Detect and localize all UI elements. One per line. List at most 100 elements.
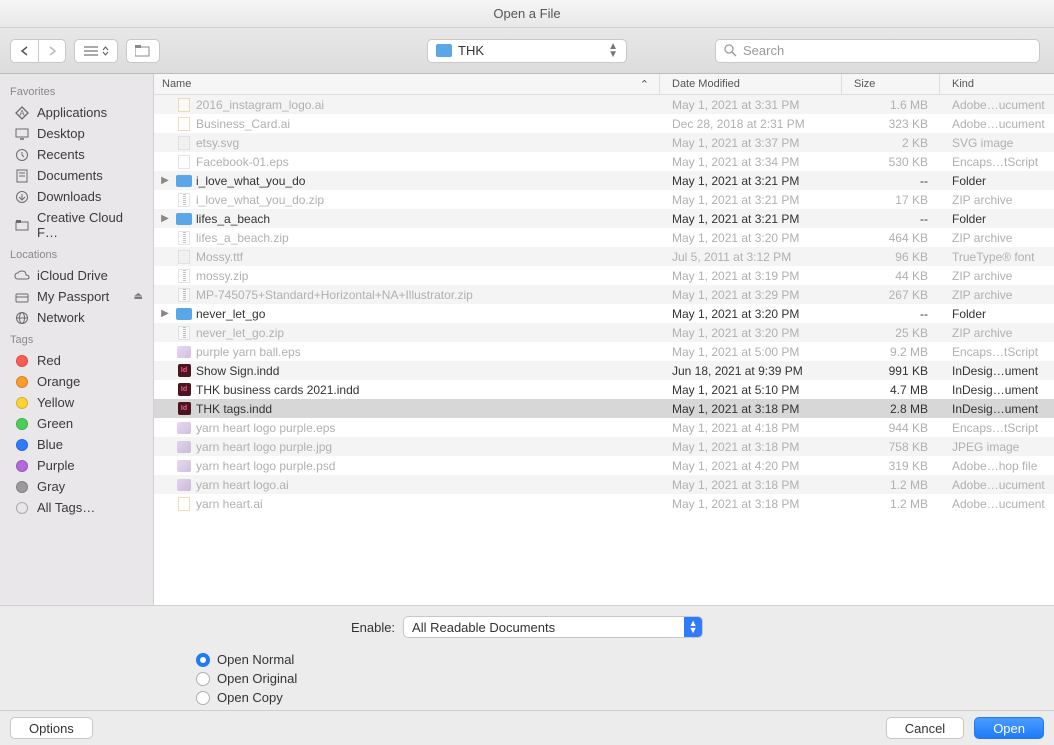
sidebar-item-label: Recents <box>37 147 85 162</box>
sort-asc-icon: ⌃ <box>640 78 649 91</box>
file-area: Name⌃ Date Modified Size Kind 2016_insta… <box>154 74 1054 605</box>
footer: Options Cancel Open <box>0 710 1054 745</box>
radio-label: Open Copy <box>217 690 283 705</box>
sidebar-item[interactable]: Green <box>0 413 153 434</box>
file-icon <box>176 325 192 341</box>
sidebar-item-label: Network <box>37 310 85 325</box>
file-size: 323 KB <box>842 117 940 131</box>
tag-icon <box>14 375 30 389</box>
sidebar-item[interactable]: Red <box>0 350 153 371</box>
file-name: i_love_what_you_do.zip <box>196 193 660 207</box>
file-icon <box>176 439 192 455</box>
file-row[interactable]: ▶never_let_goMay 1, 2021 at 3:20 PM--Fol… <box>154 304 1054 323</box>
file-date: May 1, 2021 at 3:31 PM <box>660 98 842 112</box>
col-kind[interactable]: Kind <box>940 74 1054 94</box>
disclosure-triangle[interactable]: ▶ <box>154 213 176 224</box>
sidebar-item[interactable]: Documents <box>0 165 153 186</box>
file-kind: InDesig…ument <box>940 383 1054 397</box>
tag-icon <box>14 438 30 452</box>
eject-icon[interactable]: ⏏ <box>134 291 143 302</box>
search-input[interactable]: Search <box>715 39 1040 63</box>
file-icon <box>176 458 192 474</box>
file-icon: Id <box>176 382 192 398</box>
file-date: May 1, 2021 at 3:20 PM <box>660 307 842 321</box>
file-icon <box>176 249 192 265</box>
file-name: yarn heart logo purple.jpg <box>196 440 660 454</box>
column-header: Name⌃ Date Modified Size Kind <box>154 74 1054 95</box>
file-row: Facebook-01.epsMay 1, 2021 at 3:34 PM530… <box>154 152 1054 171</box>
open-mode-radio[interactable]: Open Original <box>196 671 1054 686</box>
disclosure-triangle[interactable]: ▶ <box>154 308 176 319</box>
file-date: May 1, 2021 at 3:20 PM <box>660 231 842 245</box>
enable-label: Enable: <box>351 620 395 635</box>
radio-button[interactable] <box>196 691 210 705</box>
file-row[interactable]: IdTHK business cards 2021.inddMay 1, 202… <box>154 380 1054 399</box>
folder-icon <box>14 218 30 232</box>
file-date: May 1, 2021 at 3:18 PM <box>660 402 842 416</box>
file-row: yarn heart logo purple.jpgMay 1, 2021 at… <box>154 437 1054 456</box>
toolbar: THK ▲▼ Search <box>0 28 1054 74</box>
file-size: 530 KB <box>842 155 940 169</box>
file-size: 267 KB <box>842 288 940 302</box>
file-list[interactable]: 2016_instagram_logo.aiMay 1, 2021 at 3:3… <box>154 95 1054 605</box>
disclosure-triangle[interactable]: ▶ <box>154 175 176 186</box>
cancel-button[interactable]: Cancel <box>886 717 964 739</box>
file-date: May 1, 2021 at 3:21 PM <box>660 212 842 226</box>
file-icon <box>176 230 192 246</box>
sidebar-item[interactable]: Yellow <box>0 392 153 413</box>
sidebar-item-label: Downloads <box>37 189 101 204</box>
col-name[interactable]: Name⌃ <box>154 74 660 94</box>
view-mode-button[interactable] <box>74 39 118 63</box>
sidebar-item[interactable]: iCloud Drive <box>0 265 153 286</box>
file-date: May 1, 2021 at 3:18 PM <box>660 497 842 511</box>
sidebar-item[interactable]: Network <box>0 307 153 328</box>
enable-select[interactable]: All Readable Documents ▲▼ <box>403 616 703 638</box>
sidebar-item[interactable]: My Passport⏏ <box>0 286 153 307</box>
file-name: yarn heart.ai <box>196 497 660 511</box>
file-kind: Adobe…ucument <box>940 497 1054 511</box>
chevron-updown-icon: ▲▼ <box>684 617 702 637</box>
radio-button[interactable] <box>196 653 210 667</box>
sidebar-item[interactable]: Purple <box>0 455 153 476</box>
sidebar-item[interactable]: AApplications <box>0 102 153 123</box>
file-icon <box>176 173 192 189</box>
col-date[interactable]: Date Modified <box>660 74 842 94</box>
file-name: MP-745075+Standard+Horizontal+NA+Illustr… <box>196 288 660 302</box>
sidebar-item[interactable]: All Tags… <box>0 497 153 518</box>
file-row: 2016_instagram_logo.aiMay 1, 2021 at 3:3… <box>154 95 1054 114</box>
search-placeholder: Search <box>743 43 784 58</box>
open-mode-radio[interactable]: Open Copy <box>196 690 1054 705</box>
list-icon <box>84 46 98 56</box>
tag-icon <box>14 480 30 494</box>
sidebar-item-label: Red <box>37 353 61 368</box>
file-row[interactable]: IdTHK tags.inddMay 1, 2021 at 3:18 PM2.8… <box>154 399 1054 418</box>
radio-button[interactable] <box>196 672 210 686</box>
options-button[interactable]: Options <box>10 717 93 739</box>
file-icon <box>176 496 192 512</box>
open-button[interactable]: Open <box>974 717 1044 739</box>
file-name: never_let_go <box>196 307 660 321</box>
forward-button[interactable] <box>38 39 66 63</box>
file-row[interactable]: ▶i_love_what_you_doMay 1, 2021 at 3:21 P… <box>154 171 1054 190</box>
radio-label: Open Normal <box>217 652 294 667</box>
group-button[interactable] <box>126 39 160 63</box>
sidebar-item[interactable]: Blue <box>0 434 153 455</box>
sidebar-item[interactable]: Orange <box>0 371 153 392</box>
options-panel: Enable: All Readable Documents ▲▼ Open N… <box>0 605 1054 710</box>
file-row[interactable]: IdShow Sign.inddJun 18, 2021 at 9:39 PM9… <box>154 361 1054 380</box>
sidebar-item[interactable]: Downloads <box>0 186 153 207</box>
col-size[interactable]: Size <box>842 74 940 94</box>
sidebar-item-label: All Tags… <box>37 500 95 515</box>
back-button[interactable] <box>10 39 38 63</box>
sidebar-header: Tags <box>0 328 153 350</box>
sidebar-item[interactable]: Gray <box>0 476 153 497</box>
sidebar-item-label: Documents <box>37 168 103 183</box>
file-row: etsy.svgMay 1, 2021 at 3:37 PM2 KBSVG im… <box>154 133 1054 152</box>
sidebar-item[interactable]: Creative Cloud F… <box>0 207 153 243</box>
file-row[interactable]: ▶lifes_a_beachMay 1, 2021 at 3:21 PM--Fo… <box>154 209 1054 228</box>
file-date: Dec 28, 2018 at 2:31 PM <box>660 117 842 131</box>
sidebar-item[interactable]: Recents <box>0 144 153 165</box>
sidebar-item[interactable]: Desktop <box>0 123 153 144</box>
path-control[interactable]: THK ▲▼ <box>427 39 627 63</box>
open-mode-radio[interactable]: Open Normal <box>196 652 1054 667</box>
